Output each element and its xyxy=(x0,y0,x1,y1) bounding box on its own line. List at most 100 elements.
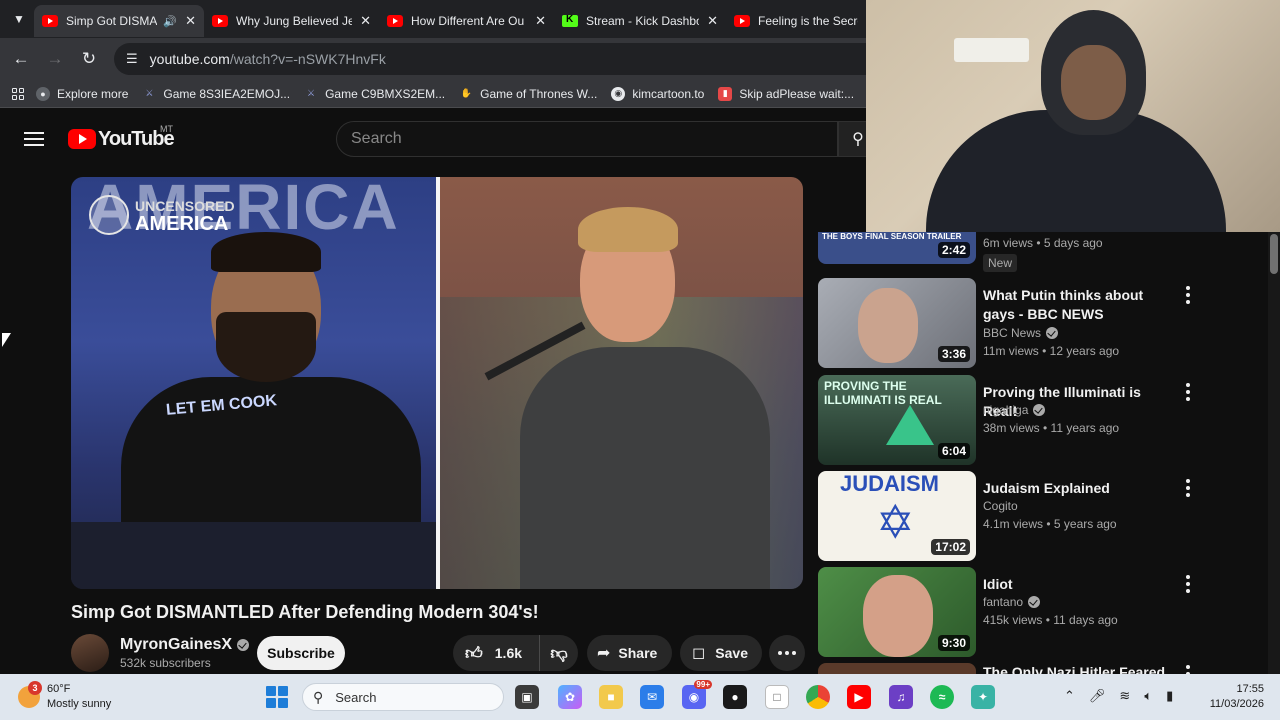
tab-search-menu-icon[interactable]: ▼ xyxy=(4,4,34,34)
speaker-icon[interactable]: 🔊 xyxy=(163,15,177,28)
dislike-button[interactable]: 👎︎ xyxy=(540,643,578,664)
search-placeholder: Search xyxy=(351,130,402,147)
close-icon[interactable]: ✕ xyxy=(535,13,546,29)
youtube-logo[interactable]: YouTube MT xyxy=(68,124,175,151)
channel-name[interactable]: MyronGainesX xyxy=(120,636,250,654)
mail-icon[interactable]: ✉ xyxy=(640,685,664,709)
more-options-icon[interactable] xyxy=(1184,479,1192,497)
video-title[interactable]: Idiot xyxy=(983,575,1173,594)
channel-name[interactable]: BBC News xyxy=(983,326,1059,340)
spotify-icon[interactable]: ≈ xyxy=(930,685,954,709)
bookmark-game-1[interactable]: ⚔ Game 8S3IEA2EMOJ... xyxy=(142,87,290,101)
maps-icon[interactable]: ✦ xyxy=(971,685,995,709)
more-options-icon[interactable] xyxy=(1184,665,1192,674)
obs-icon[interactable]: ● xyxy=(723,685,747,709)
tab-feeling-is-the-secret[interactable]: Feeling is the Secret xyxy=(726,5,866,37)
like-button[interactable]: 👍︎ 1.6k xyxy=(453,635,540,671)
video-player[interactable]: AMERICA UNCENSORED AMERICA LET EM COOK xyxy=(71,177,803,589)
weather-badge: 3 xyxy=(28,681,42,695)
copilot-icon[interactable]: ✿ xyxy=(558,685,582,709)
list-item[interactable]: 9:30 Idiot fantano 415k views • 11 days … xyxy=(818,567,1268,657)
channel-name[interactable]: Cogito xyxy=(983,499,1018,513)
clock[interactable]: 17:55 11/03/2026 xyxy=(1200,682,1264,712)
chevron-up-icon[interactable]: ⌃ xyxy=(1064,688,1075,704)
video-title[interactable]: Judaism Explained xyxy=(983,479,1173,498)
menu-icon[interactable] xyxy=(24,132,44,146)
close-icon[interactable]: ✕ xyxy=(185,13,196,29)
like-dislike-group: 👍︎ 1.6k 👎︎ xyxy=(453,635,578,671)
wifi-icon[interactable]: ≋ xyxy=(1119,688,1130,704)
microphone-icon[interactable]: 🎤︎ xyxy=(1089,688,1106,704)
youtube-play-icon xyxy=(68,129,96,149)
windows-start-icon[interactable] xyxy=(266,686,288,708)
bookmark-kimcartoon[interactable]: ◉ kimcartoon.to xyxy=(611,86,704,101)
bookmark-explore-more[interactable]: ● Explore more xyxy=(36,86,128,101)
video-thumbnail[interactable]: 9:30 xyxy=(818,567,976,657)
discord-icon[interactable]: ◉ 99+ xyxy=(682,680,712,709)
list-item[interactable]: JUDAISM ✡ 17:02 Judaism Explained Cogito… xyxy=(818,471,1268,561)
podcast-icon[interactable]: ♫ xyxy=(889,685,913,709)
site-settings-icon[interactable]: ☰ xyxy=(126,51,138,67)
eye-triangle-icon xyxy=(886,405,934,445)
share-button[interactable]: ➦ Share xyxy=(587,635,672,671)
weather-widget[interactable]: 3 60°F Mostly sunny xyxy=(18,681,111,712)
share-label: Share xyxy=(618,645,658,661)
taskbar-search-label: Search xyxy=(335,689,377,705)
star-of-david-icon: ✡ xyxy=(876,496,915,548)
tab-title: Feeling is the Secret xyxy=(758,14,858,28)
scrollbar[interactable] xyxy=(1268,232,1280,674)
video-thumbnail[interactable]: 3:36 xyxy=(818,278,976,368)
save-button[interactable]: ◻ Save xyxy=(680,635,762,671)
video-thumbnail[interactable] xyxy=(818,663,976,674)
video-thumbnail[interactable]: PROVING THE ILLUMINATI IS REAL 6:04 xyxy=(818,375,976,465)
back-arrow-icon[interactable]: ← xyxy=(4,42,38,76)
tab-kick-dashboard[interactable]: Stream - Kick Dashbo ✕ xyxy=(554,5,726,37)
file-explorer-icon[interactable]: ■ xyxy=(599,685,623,709)
scrollbar-thumb[interactable] xyxy=(1270,234,1278,274)
windows-taskbar: 3 60°F Mostly sunny ⚲ Search ▣ ✿ ■ ✉ ◉ 99+… xyxy=(0,674,1280,720)
forward-arrow-icon[interactable]: → xyxy=(38,42,72,76)
more-actions-button[interactable] xyxy=(769,635,805,671)
search-input[interactable]: Search xyxy=(336,121,838,157)
tab-title: How Different Are Ou xyxy=(411,14,525,28)
document-icon[interactable]: □ xyxy=(765,685,789,709)
list-item[interactable]: THE BOYS FINAL SEASON TRAILER 2:42 6m vi… xyxy=(818,232,1268,272)
tab-how-different[interactable]: How Different Are Ou ✕ xyxy=(379,5,554,37)
tab-why-jung[interactable]: Why Jung Believed Je ✕ xyxy=(204,5,379,37)
avatar[interactable] xyxy=(71,634,109,672)
list-item[interactable]: The Only Nazi Hitler Feared xyxy=(818,663,1268,674)
discord-badge: 99+ xyxy=(694,680,712,689)
taskbar-search-input[interactable]: ⚲ Search xyxy=(302,683,504,711)
tab-simp-got-dismantled[interactable]: Simp Got DISMANTLED 🔊 ✕ xyxy=(34,5,204,37)
address-bar[interactable]: ☰ youtube.com/watch?v=-nSWK7HnvFk xyxy=(114,43,934,75)
tab-title: Why Jung Believed Je xyxy=(236,14,353,28)
video-thumbnail[interactable]: THE BOYS FINAL SEASON TRAILER 2:42 xyxy=(818,232,976,264)
youtube-app-icon[interactable]: ▶ xyxy=(847,685,871,709)
close-icon[interactable]: ✕ xyxy=(707,13,718,29)
apps-grid-icon[interactable] xyxy=(12,87,24,100)
task-view-icon[interactable]: ▣ xyxy=(515,685,539,709)
video-meta: 38m views • 11 years ago xyxy=(983,421,1120,435)
channel-name[interactable]: fantano xyxy=(983,595,1041,609)
bookmark-game-of-thrones[interactable]: ✋ Game of Thrones W... xyxy=(459,86,598,101)
youtube-icon xyxy=(42,15,58,27)
streamer-face xyxy=(1061,45,1126,120)
video-title[interactable]: The Only Nazi Hitler Feared xyxy=(983,663,1173,674)
more-options-icon[interactable] xyxy=(1184,575,1192,593)
more-options-icon[interactable] xyxy=(1184,286,1192,304)
bookmark-game-2[interactable]: ⚔ Game C9BMXS2EM... xyxy=(304,87,445,101)
bookmark-label: Game of Thrones W... xyxy=(480,86,598,101)
close-icon[interactable]: ✕ xyxy=(360,13,371,29)
reload-icon[interactable]: ↻ xyxy=(72,42,106,76)
battery-icon[interactable]: ▮ xyxy=(1166,688,1173,704)
more-options-icon[interactable] xyxy=(1184,383,1192,401)
video-thumbnail[interactable]: JUDAISM ✡ 17:02 xyxy=(818,471,976,561)
list-item[interactable]: 3:36 What Putin thinks about gays - BBC … xyxy=(818,278,1268,368)
bookmark-skip-ad[interactable]: ▮ Skip adPlease wait:... xyxy=(718,86,854,101)
volume-icon[interactable]: 🔈︎ xyxy=(1144,688,1152,704)
channel-name[interactable]: nigahiga xyxy=(983,403,1046,417)
video-title[interactable]: What Putin thinks about gays - BBC NEWS xyxy=(983,286,1173,324)
subscribe-button[interactable]: Subscribe xyxy=(257,636,345,670)
list-item[interactable]: PROVING THE ILLUMINATI IS REAL 6:04 Prov… xyxy=(818,375,1268,465)
chrome-icon[interactable] xyxy=(806,685,830,709)
